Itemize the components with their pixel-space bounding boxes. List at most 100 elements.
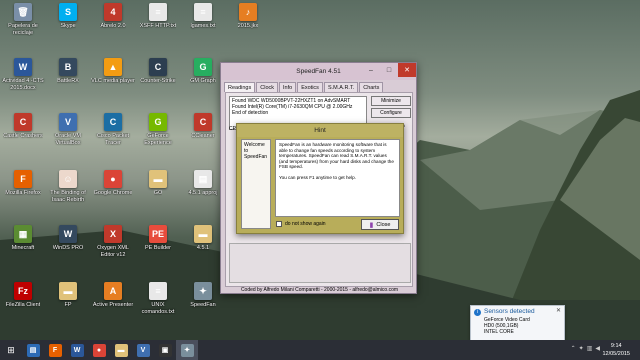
desktop-icon[interactable]: W Actividad 4 -CTS 2015.docx	[0, 58, 46, 98]
checkbox-icon[interactable]	[276, 221, 282, 227]
minimize-window-icon[interactable]: –	[362, 63, 380, 77]
clock[interactable]: 9:14 12/05/2015	[602, 342, 630, 358]
windows-icon: ⊞	[7, 344, 15, 355]
taskbar-chrome-button[interactable]: ●	[88, 340, 110, 360]
maximize-window-icon[interactable]: □	[380, 63, 398, 77]
desktop-icon-label: BattleRX	[57, 78, 79, 84]
desktop-icon[interactable]: ▬ GO	[135, 170, 181, 210]
chrome-icon: ●	[92, 343, 106, 357]
desktop-icon[interactable]: ▲ VLC media player	[90, 58, 136, 98]
sensors-notification[interactable]: i Sensors detected ✕ GeForce Video Card …	[470, 305, 565, 341]
desktop-icon-label: Castle Crashers	[3, 133, 43, 139]
desktop-icon-label: XSFF HTTP.txt	[139, 23, 177, 29]
app-icon: C	[104, 113, 122, 131]
hint-title[interactable]: Hint	[237, 124, 403, 137]
do-not-show-checkbox[interactable]: do not show again	[276, 221, 326, 227]
app-icon: S	[59, 3, 77, 21]
desktop-icon[interactable]: B BattleRX	[45, 58, 91, 98]
tab-clock[interactable]: Clock	[256, 82, 279, 92]
app-icon: ♪	[239, 3, 257, 21]
checkbox-label: do not show again	[285, 221, 326, 227]
taskbar-speedfan-button[interactable]: ✦	[176, 340, 198, 360]
tab-readings[interactable]: Readings	[224, 82, 256, 92]
desktop-icon-label: SpeedFan	[190, 302, 216, 308]
desktop-icon-label: Oracle VM VirtualBox	[55, 133, 81, 146]
app-icon: F	[14, 170, 32, 188]
desktop-icon[interactable]: C Cisco Packet Tracer	[90, 113, 136, 153]
tab-charts[interactable]: Charts	[359, 82, 384, 92]
tab-info[interactable]: Info	[279, 82, 297, 92]
clock-time: 9:14	[610, 343, 622, 349]
speedfan-icon: ✦	[180, 343, 194, 357]
taskbar-folder-button[interactable]: ▬	[110, 340, 132, 360]
app-icon: ▬	[149, 170, 167, 188]
desktop-icon-label: Google Chrome	[93, 190, 133, 196]
desktop-icon[interactable]: Fz FileZilla Client	[0, 282, 46, 322]
desktop-icon[interactable]: X Oxygen XML Editor v12	[90, 225, 136, 265]
app-icon: ☺	[59, 170, 77, 188]
close-icon[interactable]: ✕	[556, 307, 561, 314]
hint-paragraph: You can press F1 anytime to get help.	[279, 174, 356, 180]
desktop-icon[interactable]: V Oracle VM VirtualBox	[45, 113, 91, 153]
taskbar-virtualbox-button[interactable]: V	[132, 340, 154, 360]
start-button[interactable]: ⊞	[0, 340, 22, 360]
speedfan-titlebar[interactable]: SpeedFan 4.51 – □ ✕	[221, 63, 416, 80]
file-explorer-icon: ▤	[26, 343, 40, 357]
chevron-up-icon[interactable]: ⌃	[571, 345, 576, 352]
desktop-icon[interactable]: W WinDS PRO	[45, 225, 91, 265]
desktop-icon[interactable]: ♪ 2015.jkx	[225, 3, 271, 43]
desktop-icon-label: 2015.jkx	[237, 23, 259, 29]
desktop-icon[interactable]: PE PE Builder	[135, 225, 181, 265]
hint-paragraph: SpeedFan is an hardware monitoring softw…	[279, 142, 394, 170]
close-window-icon[interactable]: ✕	[398, 63, 416, 77]
app-icon: W	[59, 225, 77, 243]
close-button[interactable]: ▮ Close	[361, 219, 399, 230]
desktop-icon[interactable]: G GeForce Experience	[135, 113, 181, 153]
desktop-icon-label: Skype	[60, 23, 76, 29]
desktop-icon[interactable]: ≡ UNIX comandos.txt	[135, 282, 181, 322]
tab-exotics[interactable]: Exotics	[297, 82, 323, 92]
desktop-icon[interactable]: ≡ lgames.txt	[180, 3, 226, 43]
desktop-icon[interactable]: C Counter-Strike	[135, 58, 181, 98]
desktop-icon[interactable]: 🗑 Papelera de reciclaje	[0, 3, 46, 43]
app-icon: ≡	[149, 282, 167, 300]
desktop-icon-label: Actividad 4 -CTS 2015.docx	[2, 78, 44, 91]
minimize-button[interactable]: Minimize	[371, 96, 411, 106]
desktop-icon[interactable]: C Castle Crashers	[0, 113, 46, 153]
speedfan-footer: Coded by Alfredo Milani Comparetti - 200…	[240, 287, 399, 293]
desktop-icon[interactable]: ● Google Chrome	[90, 170, 136, 210]
taskbar-terminal-button[interactable]: ▣	[154, 340, 176, 360]
desktop-icon[interactable]: ☺ The Binding of Isaac Rebirth	[45, 170, 91, 210]
close-button-label: Close	[376, 221, 391, 228]
desktop-icon[interactable]: S Skype	[45, 3, 91, 43]
network-icon[interactable]: ▥	[587, 345, 593, 352]
desktop-icon[interactable]: F Mozilla Firefox	[0, 170, 46, 210]
volume-icon[interactable]: ◀	[595, 345, 600, 352]
app-icon: C	[194, 113, 212, 131]
speedfan-tray-icon[interactable]: ✦	[579, 345, 584, 352]
desktop-icon-label: 4.5.1	[196, 245, 210, 251]
desktop-icon-label: The Binding of Isaac Rebirth	[50, 190, 86, 203]
desktop-icon-label: Minecraft	[11, 245, 35, 251]
desktop-icon-label: WinDS PRO	[52, 245, 84, 251]
desktop-icon[interactable]: ≡ XSFF HTTP.txt	[135, 3, 181, 43]
desktop-icon[interactable]: A Active Presenter	[90, 282, 136, 322]
app-icon: V	[59, 113, 77, 131]
desktop-icon[interactable]: 4 Abrelo 2.0	[90, 3, 136, 43]
taskbar-firefox-button[interactable]: F	[44, 340, 66, 360]
taskbar-file-explorer-button[interactable]: ▤	[22, 340, 44, 360]
app-icon: ≡	[194, 3, 212, 21]
app-icon: 4	[104, 3, 122, 21]
taskbar-word-button[interactable]: W	[66, 340, 88, 360]
desktop-icon[interactable]: ▦ Minecraft	[0, 225, 46, 265]
desktop-icon[interactable]: ▬ FP	[45, 282, 91, 322]
tab-s-m-a-r-t[interactable]: S.M.A.R.T.	[323, 82, 359, 92]
taskbar-apps: ▤ F W ● ▬ V ▣ ✦	[22, 340, 198, 360]
folder-icon: ▬	[114, 343, 128, 357]
app-icon: W	[14, 58, 32, 76]
hint-body: SpeedFan is an hardware monitoring softw…	[275, 139, 400, 217]
window-title: SpeedFan 4.51	[296, 68, 341, 75]
app-icon: Fz	[14, 282, 32, 300]
configure-button[interactable]: Configure	[371, 108, 411, 118]
notification-line: INTEL CORE	[484, 329, 514, 335]
